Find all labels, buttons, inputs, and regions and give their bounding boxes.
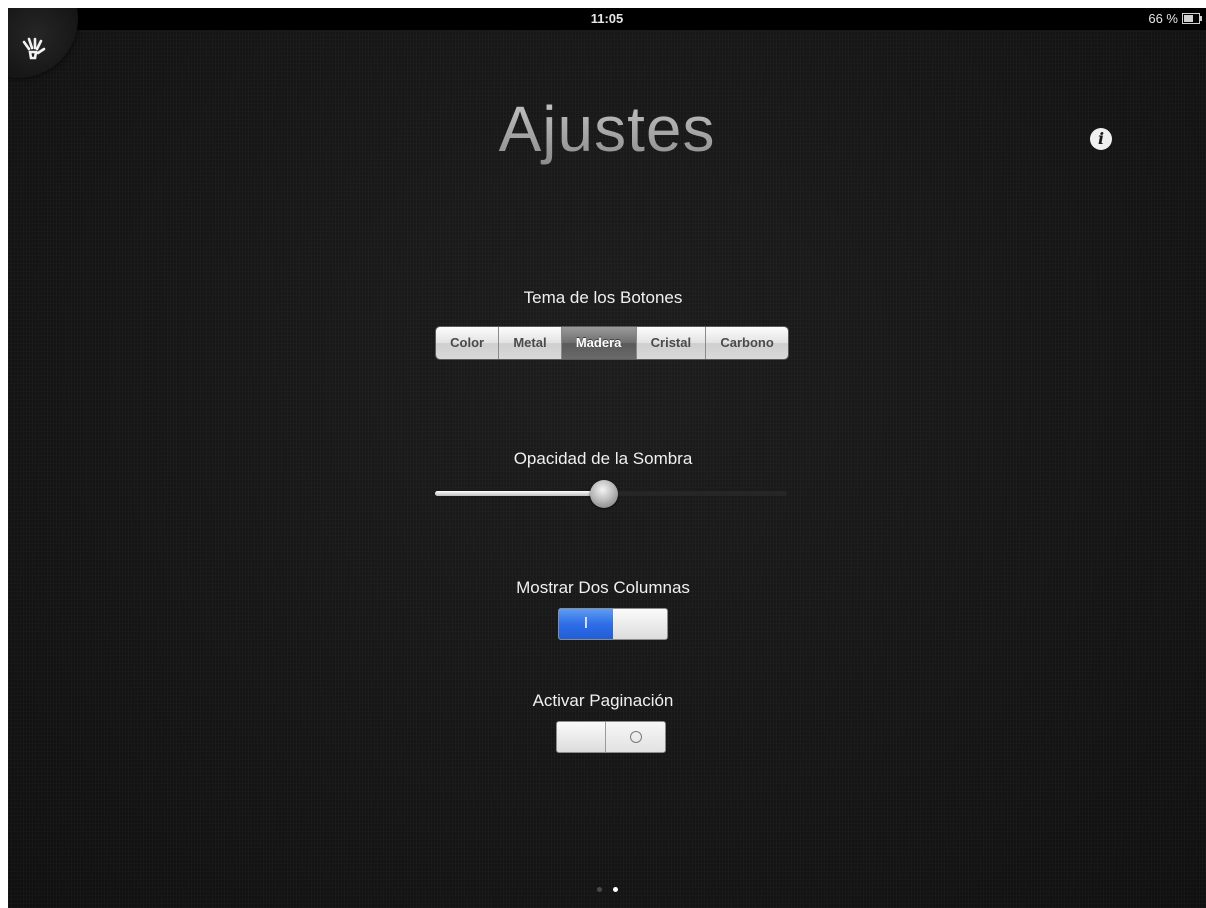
slider-thumb[interactable] [589, 480, 618, 508]
off-circle-icon [630, 731, 642, 743]
theme-option-color[interactable]: Color [436, 327, 500, 359]
button-theme-segmented-control[interactable]: Color Metal Madera Cristal Carbono [435, 326, 789, 360]
theme-option-carbono[interactable]: Carbono [706, 327, 788, 359]
status-bar: 11:05 66 % [8, 8, 1206, 30]
pagination-label: Activar Paginación [532, 691, 674, 710]
page-dot-current[interactable] [612, 887, 618, 892]
status-time: 11:05 [590, 11, 624, 26]
page-dot[interactable] [596, 887, 602, 892]
button-theme-label: Tema de los Botones [523, 288, 683, 307]
theme-option-madera[interactable]: Madera [561, 327, 637, 359]
theme-option-metal[interactable]: Metal [499, 327, 562, 359]
battery-level [1184, 15, 1193, 22]
switch-knob [557, 722, 611, 752]
switch-knob [613, 609, 667, 639]
theme-option-cristal[interactable]: Cristal [636, 327, 707, 359]
slider-fill [435, 491, 604, 496]
switch-on-side: I [559, 609, 613, 639]
shadow-opacity-slider[interactable] [435, 480, 787, 508]
pagination-switch[interactable] [556, 721, 666, 753]
page-indicator[interactable] [8, 887, 1206, 892]
status-right: 66 % [1148, 11, 1202, 26]
two-columns-switch[interactable]: I [558, 608, 668, 640]
battery-icon [1182, 13, 1202, 24]
hand-icon [20, 36, 46, 67]
battery-percentage: 66 % [1148, 11, 1178, 26]
switch-off-side [605, 722, 665, 752]
settings-screen: 11:05 66 % Ajustes i Tema de los Botones… [8, 8, 1206, 908]
shadow-opacity-label: Opacidad de la Sombra [513, 449, 693, 468]
info-button[interactable]: i [1090, 128, 1112, 150]
two-columns-label: Mostrar Dos Columnas [516, 578, 690, 597]
page-title: Ajustes [8, 92, 1206, 166]
